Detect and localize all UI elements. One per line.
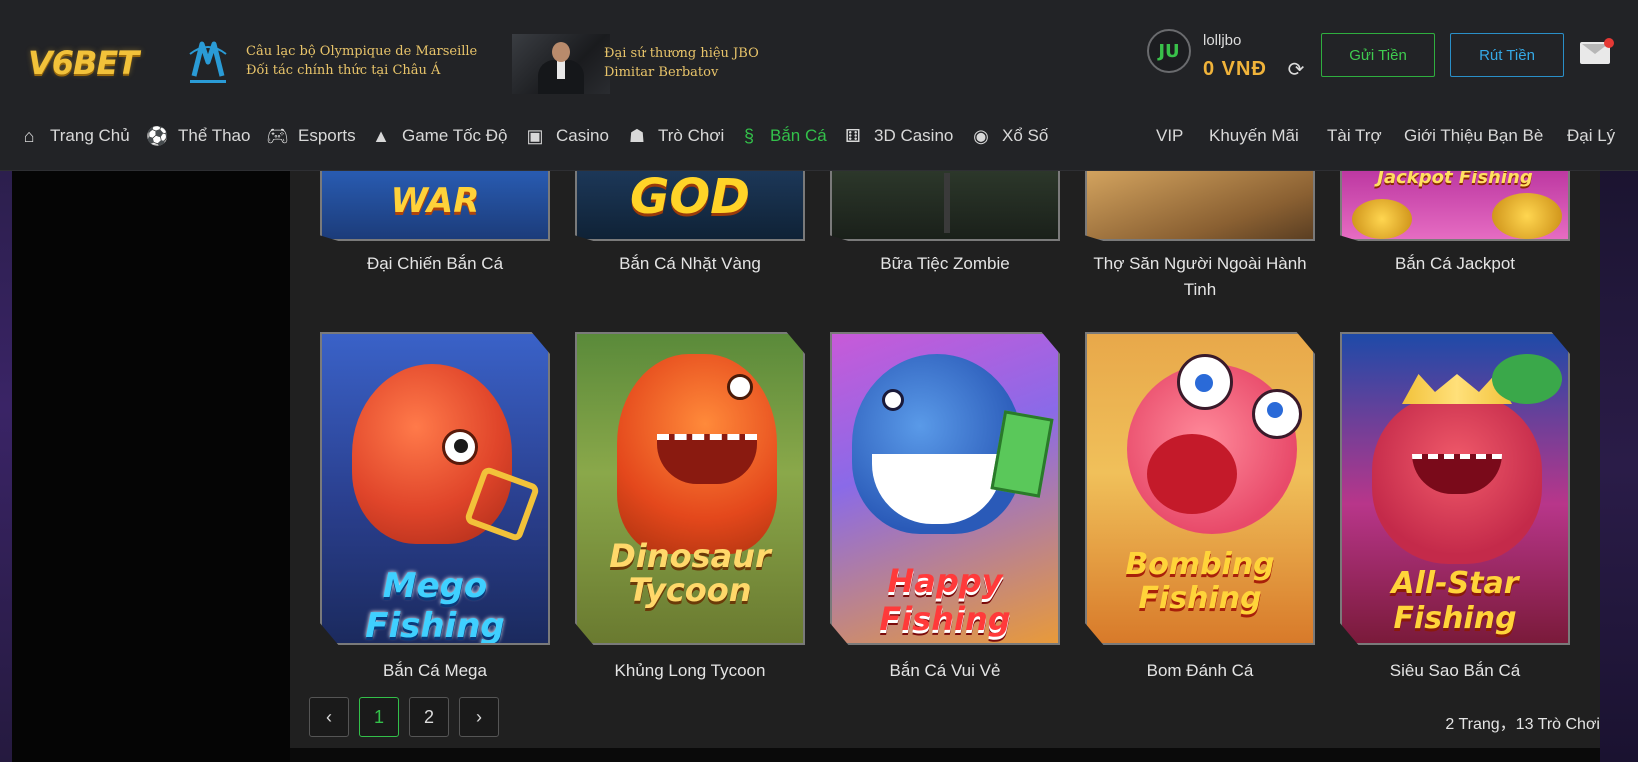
nav-label: 3D Casino: [874, 126, 954, 145]
dice-icon: ⚅: [845, 126, 861, 146]
ambassador-photo: [512, 34, 610, 94]
pagination-summary: 2 Trang，13 Trò Chơi: [1445, 716, 1600, 733]
pagination-page-1[interactable]: 1: [359, 697, 399, 737]
username: lolljbo: [1203, 32, 1242, 49]
game-thumbnail[interactable]: Happy Fishing: [830, 332, 1060, 645]
arcade-icon: ☗: [628, 126, 646, 146]
game-art-title: WAR: [390, 181, 480, 221]
withdraw-button[interactable]: Rút Tiền: [1450, 33, 1564, 77]
refresh-balance-icon[interactable]: ⟳: [1285, 58, 1307, 80]
pagination-next-button[interactable]: ›: [459, 697, 499, 737]
pagination-prev-button[interactable]: ‹: [309, 697, 349, 737]
soccer-ball-icon: ⚽: [146, 126, 169, 146]
main-nav: ⌂ Trang Chủ ⚽ Thể Thao 🎮︎ Esports ▲ Game Tốc…: [0, 114, 1638, 158]
nav-item-sports[interactable]: ⚽ Thể Thao: [146, 124, 250, 148]
nav-label: Game Tốc Độ: [402, 126, 508, 145]
game-title: Bom Đánh Cá: [1146, 661, 1254, 680]
game-art-title: Mego Fishing: [365, 566, 505, 645]
game-art-title: Bombing Fishing: [1125, 547, 1275, 616]
bottom-strip: [290, 748, 1600, 762]
avatar-initials: JU: [1158, 40, 1180, 62]
game-thumbnail[interactable]: [830, 171, 1060, 241]
nav-item-3d-casino[interactable]: ⚅ 3D Casino: [842, 124, 953, 148]
speed-game-icon: ▲: [372, 126, 390, 146]
game-thumbnail[interactable]: All-Star Fishing: [1340, 332, 1570, 645]
game-art-title: All-Star Fishing: [1391, 566, 1519, 636]
gamepad-icon: 🎮︎: [266, 126, 289, 146]
nav-label: Xổ Số: [1002, 126, 1049, 145]
nav-label: Casino: [556, 126, 609, 145]
partner-text: Câu lạc bộ Olympique de Marseille Đối tá…: [246, 42, 477, 80]
lottery-icon: ◉: [973, 126, 989, 146]
game-title: Bắn Cá Vui Vẻ: [889, 661, 1001, 680]
ambassador-line-1: Đại sứ thương hiệu JBO: [604, 46, 759, 61]
balance: 0 VNĐ: [1203, 58, 1267, 80]
game-title: Thợ Săn Người Ngoài Hành Tinh: [1093, 254, 1307, 299]
game-thumbnail[interactable]: Mego Fishing: [320, 332, 550, 645]
nav-item-refer-friend[interactable]: Giới Thiệu Bạn Bè: [1404, 124, 1543, 148]
game-thumbnail[interactable]: Bombing Fishing: [1085, 332, 1315, 645]
nav-item-speed-game[interactable]: ▲ Game Tốc Độ: [370, 124, 508, 148]
nav-label: Thể Thao: [178, 126, 251, 145]
nav-label: Bắn Cá: [770, 126, 827, 145]
fish-icon: §: [743, 126, 754, 146]
game-title: Bắn Cá Jackpot: [1394, 254, 1515, 273]
game-art-title: GOD: [629, 171, 751, 225]
nav-item-home[interactable]: ⌂ Trang Chủ: [18, 124, 130, 148]
game-thumbnail[interactable]: [1085, 171, 1315, 241]
nav-label: Trò Chơi: [658, 126, 725, 145]
game-title: Đại Chiến Bắn Cá: [366, 254, 504, 273]
game-title: Bắn Cá Nhặt Vàng: [619, 254, 761, 273]
game-art-title: Happy Fishing: [879, 562, 1011, 638]
game-art-title: Jackpot Fishing: [1377, 171, 1533, 188]
nav-item-agent[interactable]: Đại Lý: [1567, 124, 1615, 148]
nav-item-casino[interactable]: ▣ Casino: [524, 124, 609, 148]
cards-icon: ▣: [526, 126, 544, 146]
game-art-title: Dinosaur Tycoon: [609, 537, 771, 609]
game-title: Khủng Long Tycoon: [614, 661, 766, 680]
right-background: [1600, 171, 1638, 762]
game-thumbnail[interactable]: GOD: [575, 171, 805, 241]
game-title: Siêu Sao Bắn Cá: [1389, 661, 1521, 680]
nav-item-sponsorship[interactable]: Tài Trợ: [1327, 124, 1382, 148]
game-title: Bữa Tiệc Zombie: [880, 254, 1010, 273]
nav-label: Esports: [298, 126, 356, 145]
game-thumbnail[interactable]: Jackpot Fishing: [1340, 171, 1570, 241]
partner-line-1: Câu lạc bộ Olympique de Marseille: [246, 44, 478, 59]
game-grid: WAR Đại Chiến Bắn Cá GOD Bắn Cá Nhặt Vàn…: [290, 171, 1600, 748]
partner-line-2: Đối tác chính thức tại Châu Á: [246, 63, 441, 78]
pagination-page-2[interactable]: 2: [409, 697, 449, 737]
left-panel: [12, 171, 290, 762]
v6bet-logo[interactable]: V6BET: [28, 44, 139, 82]
user-avatar[interactable]: JU: [1147, 29, 1191, 73]
ambassador-line-2: Dimitar Berbatov: [604, 65, 719, 80]
nav-label: Trang Chủ: [50, 126, 130, 145]
home-icon: ⌂: [23, 126, 35, 146]
game-thumbnail[interactable]: WAR: [320, 171, 550, 241]
left-background: [0, 171, 12, 762]
nav-item-esports[interactable]: 🎮︎ Esports: [266, 124, 356, 148]
notification-dot: [1604, 38, 1614, 48]
ambassador-text: Đại sứ thương hiệu JBO Dimitar Berbatov: [604, 44, 759, 82]
nav-item-games[interactable]: ☗ Trò Chơi: [626, 124, 724, 148]
game-thumbnail[interactable]: Dinosaur Tycoon: [575, 332, 805, 645]
nav-item-promotions[interactable]: Khuyến Mãi: [1209, 124, 1299, 148]
deposit-button[interactable]: Gửi Tiền: [1321, 33, 1435, 77]
nav-item-lottery[interactable]: ◉ Xổ Số: [970, 124, 1048, 148]
site-header: V6BET Câu lạc bộ Olympique de Marseille …: [0, 0, 1638, 171]
mail-icon[interactable]: [1580, 38, 1614, 64]
olympique-marseille-logo-icon: [189, 41, 227, 83]
nav-item-vip[interactable]: VIP: [1156, 124, 1183, 148]
nav-item-fishing[interactable]: § Bắn Cá: [738, 124, 827, 148]
game-title: Bắn Cá Mega: [383, 661, 487, 680]
